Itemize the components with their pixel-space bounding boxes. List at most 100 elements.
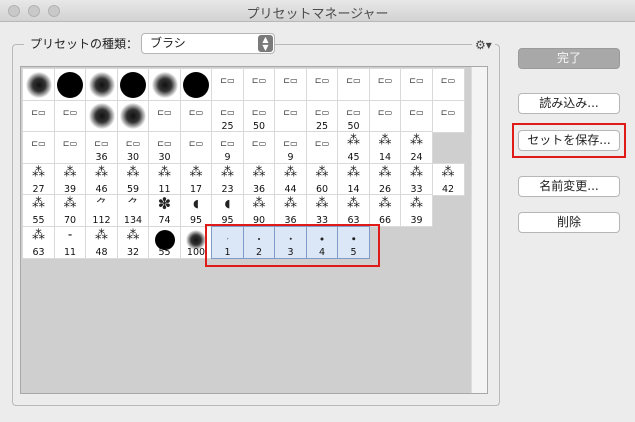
brush-preset-cell[interactable]: ⊏▭ bbox=[211, 68, 244, 101]
brush-preset-cell[interactable]: ⁂ 33 bbox=[305, 194, 339, 227]
brush-preset-cell[interactable]: ⁂ 55 bbox=[22, 194, 55, 227]
brush-preset-cell[interactable]: ⁂ 17 bbox=[179, 162, 213, 196]
delete-button[interactable]: 削除 bbox=[518, 212, 620, 233]
brush-preset-cell[interactable]: 3 bbox=[274, 225, 307, 259]
brush-size-label: 95 bbox=[221, 215, 234, 226]
brush-preset-cell[interactable]: ⺈ 134 bbox=[116, 194, 150, 227]
brush-size-label: 48 bbox=[95, 246, 108, 258]
brush-preset-cell[interactable]: ⁃ 11 bbox=[53, 225, 87, 259]
brush-preset-cell[interactable]: ⊏▭ 25 bbox=[305, 99, 339, 133]
brush-size-label: 36 bbox=[284, 215, 297, 226]
brush-preset-cell[interactable] bbox=[116, 99, 150, 133]
brush-preset-cell[interactable]: ⁂ 48 bbox=[85, 225, 118, 259]
brush-preset-cell[interactable]: ⁂ 32 bbox=[116, 225, 150, 259]
brush-preset-cell[interactable] bbox=[148, 68, 181, 101]
brush-preset-cell[interactable]: ⁂ 26 bbox=[368, 162, 402, 196]
brush-preset-cell[interactable]: ⁂ 42 bbox=[431, 162, 465, 196]
brush-preset-cell[interactable]: ✽ 74 bbox=[148, 194, 181, 227]
brush-preset-cell[interactable]: ⊏▭ bbox=[22, 99, 55, 133]
rename-button[interactable]: 名前変更... bbox=[518, 176, 620, 197]
brush-preset-cell[interactable]: ◖ 95 bbox=[179, 194, 213, 227]
brush-preset-cell[interactable]: ⊏▭ 50 bbox=[337, 99, 370, 133]
brush-preset-cell[interactable] bbox=[85, 99, 118, 133]
brush-preset-cell[interactable]: ⁂ 14 bbox=[368, 131, 402, 164]
brush-preset-cell[interactable]: ⁂ 66 bbox=[368, 194, 402, 227]
brush-preset-cell[interactable]: ⁂ 63 bbox=[337, 194, 370, 227]
brush-preset-cell[interactable]: ⊏▭ 36 bbox=[85, 131, 118, 164]
tool-brush-icon: ⊏▭ bbox=[314, 107, 330, 117]
brush-preset-cell[interactable]: 100 bbox=[179, 225, 213, 259]
brush-preset-cell[interactable]: ⁂ 23 bbox=[211, 162, 244, 196]
brush-preset-cell[interactable]: ⊏▭ bbox=[242, 131, 276, 164]
brush-preset-cell[interactable]: ⊏▭ bbox=[305, 131, 339, 164]
brush-preset-cell[interactable]: ⁂ 90 bbox=[242, 194, 276, 227]
brush-preset-cell[interactable]: ⁂ 33 bbox=[400, 162, 433, 196]
brush-preset-cell[interactable]: ⁂ 63 bbox=[22, 225, 55, 259]
spatter-brush-icon: ⁂ bbox=[158, 164, 171, 180]
brush-preset-cell[interactable]: ◖ 95 bbox=[211, 194, 244, 227]
brush-preset-cell[interactable]: ⺈ 112 bbox=[85, 194, 118, 227]
brush-tip-icon bbox=[258, 237, 260, 240]
brush-preset-cell[interactable]: ⊏▭ bbox=[274, 68, 307, 101]
brush-preset-cell[interactable]: ⊏▭ bbox=[53, 99, 87, 133]
brush-preset-cell[interactable]: 4 bbox=[305, 225, 339, 259]
gear-menu-icon[interactable]: ⚙▾ bbox=[472, 38, 495, 52]
brush-preset-cell[interactable]: ⁂ 39 bbox=[400, 194, 433, 227]
brush-preset-cell[interactable]: ⁂ 36 bbox=[242, 162, 276, 196]
brush-preset-cell[interactable]: ⊏▭ bbox=[431, 68, 465, 101]
brush-preset-cell[interactable] bbox=[85, 68, 118, 101]
brush-preset-cell[interactable]: ⊏▭ 50 bbox=[242, 99, 276, 133]
brush-preset-cell[interactable]: ⊏▭ 25 bbox=[211, 99, 244, 133]
brush-preset-cell[interactable]: ⁂ 45 bbox=[337, 131, 370, 164]
brush-preset-cell[interactable]: ⊏▭ bbox=[179, 99, 213, 133]
load-button[interactable]: 読み込み... bbox=[518, 93, 620, 114]
brush-preset-cell[interactable]: ⊏▭ 9 bbox=[274, 131, 307, 164]
brush-preset-cell[interactable]: ⊏▭ bbox=[337, 68, 370, 101]
brush-preset-cell[interactable]: 55 bbox=[148, 225, 181, 259]
brush-preset-cell[interactable]: ⊏▭ bbox=[305, 68, 339, 101]
brush-preset-cell[interactable]: ⁂ 27 bbox=[22, 162, 55, 196]
brush-preset-cell[interactable]: ⊏▭ bbox=[368, 99, 402, 133]
brush-preset-cell[interactable]: ⁂ 11 bbox=[148, 162, 181, 196]
spatter-brush-icon: ⁂ bbox=[63, 164, 77, 180]
brush-preset-cell[interactable]: ⊏▭ bbox=[368, 68, 402, 101]
preset-type-select[interactable]: ブラシ ▲ ▼ bbox=[141, 33, 275, 54]
brush-preset-cell[interactable] bbox=[53, 68, 87, 101]
brush-size-label: 112 bbox=[92, 215, 111, 226]
brush-preset-cell[interactable]: ⊏▭ bbox=[22, 131, 55, 164]
drop-brush-icon: ◖ bbox=[224, 197, 231, 210]
brush-preset-cell[interactable]: ⁂ 60 bbox=[305, 162, 339, 196]
brush-preset-cell[interactable]: 2 bbox=[242, 225, 276, 259]
brush-preset-cell[interactable]: ⊏▭ bbox=[400, 68, 433, 101]
brush-preset-cell[interactable]: ⊏▭ bbox=[53, 131, 87, 164]
brush-preset-cell[interactable]: ⊏▭ bbox=[431, 99, 465, 133]
done-button[interactable]: 完了 bbox=[518, 48, 620, 69]
brush-preset-cell[interactable]: ⊏▭ 9 bbox=[211, 131, 244, 164]
grid-scrollbar[interactable] bbox=[471, 67, 487, 393]
brush-preset-cell[interactable]: ⊏▭ bbox=[242, 68, 276, 101]
brush-preset-cell[interactable] bbox=[22, 68, 55, 101]
brush-size-label: 46 bbox=[95, 183, 108, 195]
brush-preset-cell[interactable]: ⊏▭ bbox=[400, 99, 433, 133]
tool-brush-icon: ⊏▭ bbox=[31, 107, 46, 117]
brush-size-label: 27 bbox=[32, 183, 45, 195]
brush-preset-cell[interactable]: ⁂ 14 bbox=[337, 162, 370, 196]
save-set-button[interactable]: セットを保存... bbox=[518, 130, 620, 151]
brush-preset-cell[interactable] bbox=[116, 68, 150, 101]
brush-preset-cell[interactable]: ⁂ 39 bbox=[53, 162, 87, 196]
brush-preset-cell[interactable]: ⁂ 36 bbox=[274, 194, 307, 227]
brush-preset-cell[interactable]: ⊏▭ bbox=[179, 131, 213, 164]
brush-preset-cell[interactable]: 5 bbox=[337, 225, 370, 259]
brush-preset-cell[interactable]: 1 bbox=[211, 225, 244, 259]
brush-preset-cell[interactable]: ⊏▭ 30 bbox=[116, 131, 150, 164]
brush-size-label: 30 bbox=[158, 152, 171, 163]
brush-preset-cell[interactable]: ⁂ 59 bbox=[116, 162, 150, 196]
brush-preset-cell[interactable]: ⁂ 44 bbox=[274, 162, 307, 196]
brush-preset-cell[interactable]: ⁂ 70 bbox=[53, 194, 87, 227]
brush-preset-cell[interactable]: ⊏▭ 30 bbox=[148, 131, 181, 164]
brush-preset-cell[interactable]: ⊏▭ bbox=[274, 99, 307, 133]
brush-preset-cell[interactable] bbox=[179, 68, 213, 101]
brush-preset-cell[interactable]: ⁂ 24 bbox=[400, 131, 433, 164]
brush-preset-cell[interactable]: ⊏▭ bbox=[148, 99, 181, 133]
brush-preset-cell[interactable]: ⁂ 46 bbox=[85, 162, 118, 196]
